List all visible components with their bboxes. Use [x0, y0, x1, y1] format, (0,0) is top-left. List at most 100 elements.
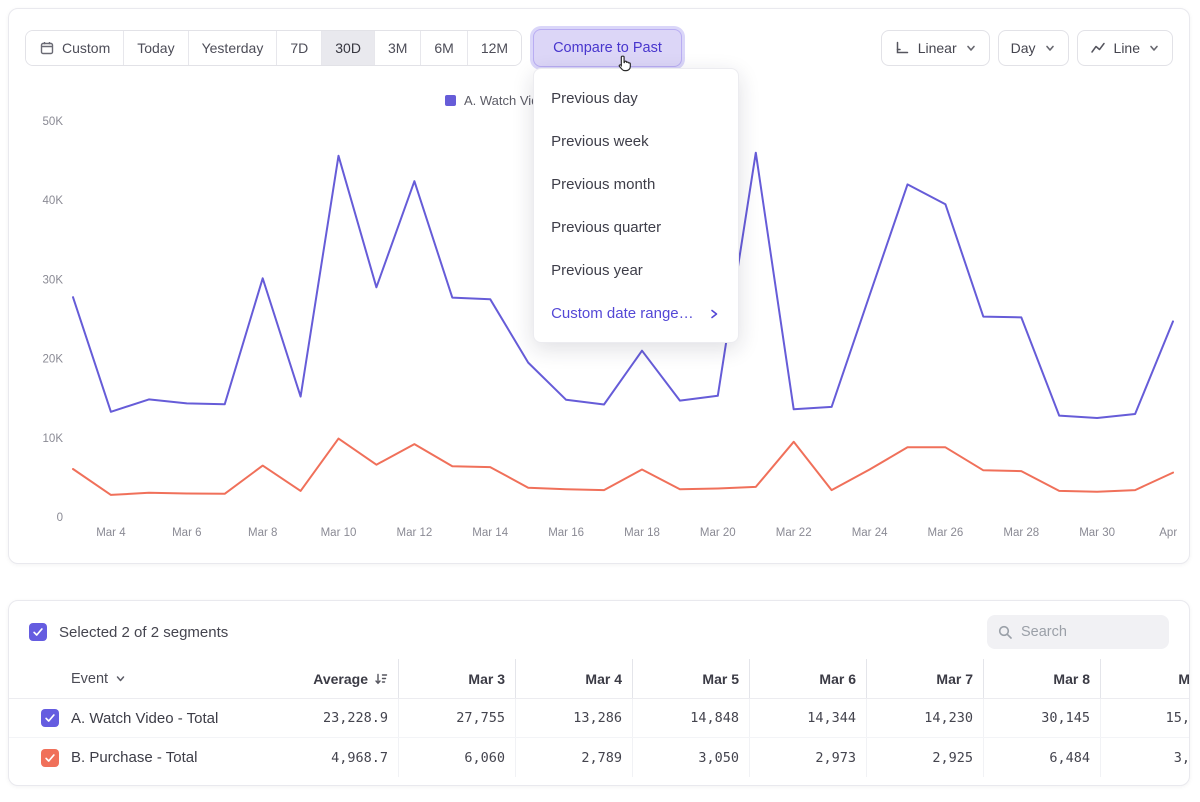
search-input[interactable] — [1021, 624, 1151, 640]
compare-to-past-menu: Previous day Previous week Previous mont… — [533, 68, 739, 343]
segment-checkbox[interactable] — [41, 749, 59, 767]
chevron-down-icon — [1044, 42, 1056, 54]
svg-text:Apr 1: Apr 1 — [1159, 527, 1177, 539]
column-header-mar-6: Mar 6 — [750, 659, 867, 698]
compare-to-past-button[interactable]: Compare to Past — [533, 29, 682, 67]
column-header-mar-7: Mar 7 — [867, 659, 984, 698]
svg-text:Mar 4: Mar 4 — [96, 527, 126, 539]
range-button-6m[interactable]: 6M — [420, 31, 466, 65]
svg-text:Mar 26: Mar 26 — [928, 527, 964, 539]
svg-text:Mar 22: Mar 22 — [776, 527, 812, 539]
svg-text:Mar 12: Mar 12 — [397, 527, 433, 539]
scale-dropdown-button[interactable]: Linear — [881, 30, 990, 66]
range-button-12m[interactable]: 12M — [467, 31, 521, 65]
table-header-row: Event Average Mar 3 Mar 4 Mar 5 Mar 6 Ma… — [9, 659, 1190, 699]
menu-item-previous-week[interactable]: Previous week — [534, 120, 738, 163]
selected-segments-text: Selected 2 of 2 segments — [59, 624, 228, 641]
sort-desc-icon — [374, 672, 388, 686]
cell-average: 4,968.7 — [259, 738, 399, 777]
interval-dropdown-button[interactable]: Day — [998, 30, 1069, 66]
svg-text:20K: 20K — [43, 354, 64, 366]
chevron-down-icon — [1148, 42, 1160, 54]
cell-value: 14,344 — [750, 699, 867, 737]
search-box[interactable] — [987, 615, 1169, 649]
column-header-mar-8: Mar 8 — [984, 659, 1101, 698]
cell-value-clipped: 15, — [1101, 699, 1190, 737]
svg-text:40K: 40K — [43, 195, 64, 207]
checkmark-icon — [32, 626, 44, 638]
chart-type-dropdown-button[interactable]: Line — [1077, 30, 1173, 66]
range-button-7d[interactable]: 7D — [276, 31, 321, 65]
range-button-custom[interactable]: Custom — [26, 31, 123, 65]
column-header-event[interactable]: Event — [9, 659, 259, 698]
cell-value: 3,050 — [633, 738, 750, 777]
range-button-yesterday[interactable]: Yesterday — [188, 31, 277, 65]
chevron-down-icon — [114, 672, 127, 685]
scale-label: Linear — [918, 40, 957, 56]
checkmark-icon — [44, 712, 56, 724]
chart-panel: Custom Today Yesterday 7D 30D 3M 6M 12M … — [8, 8, 1190, 564]
table-row-watch-video[interactable]: A. Watch Video - Total 23,228.9 27,755 1… — [9, 699, 1190, 738]
chart-controls: Linear Day Line — [881, 30, 1173, 66]
cell-value: 2,789 — [516, 738, 633, 777]
axis-icon — [894, 40, 910, 56]
segment-cell: A. Watch Video - Total — [9, 699, 259, 737]
range-label: 12M — [481, 40, 508, 56]
cell-average: 23,228.9 — [259, 699, 399, 737]
checkmark-icon — [44, 752, 56, 764]
svg-text:50K: 50K — [43, 116, 64, 128]
chevron-down-icon — [965, 42, 977, 54]
cell-value-clipped: 3, — [1101, 738, 1190, 777]
column-header-label: Event — [71, 671, 108, 687]
select-all-checkbox[interactable] — [29, 623, 47, 641]
range-label: 6M — [434, 40, 453, 56]
column-header-label: Average — [313, 671, 368, 687]
menu-item-previous-quarter[interactable]: Previous quarter — [534, 206, 738, 249]
svg-text:Mar 14: Mar 14 — [472, 527, 508, 539]
column-header-mar-4: Mar 4 — [516, 659, 633, 698]
chevron-right-icon — [707, 307, 721, 321]
menu-item-previous-year[interactable]: Previous year — [534, 249, 738, 292]
calendar-icon — [39, 40, 55, 56]
range-label: Today — [137, 40, 174, 56]
segment-label: A. Watch Video - Total — [71, 710, 218, 727]
range-button-3m[interactable]: 3M — [374, 31, 420, 65]
svg-text:30K: 30K — [43, 274, 64, 286]
svg-text:Mar 20: Mar 20 — [700, 527, 736, 539]
range-label: Yesterday — [202, 40, 264, 56]
range-button-30d[interactable]: 30D — [321, 31, 374, 65]
menu-item-previous-day[interactable]: Previous day — [534, 77, 738, 120]
cell-value: 14,848 — [633, 699, 750, 737]
cell-value: 27,755 — [399, 699, 516, 737]
range-label: 3M — [388, 40, 407, 56]
chart-type-label: Line — [1114, 40, 1140, 56]
segment-checkbox[interactable] — [41, 709, 59, 727]
cell-value: 14,230 — [867, 699, 984, 737]
segments-table: Event Average Mar 3 Mar 4 Mar 5 Mar 6 Ma… — [9, 659, 1190, 777]
cell-value: 6,484 — [984, 738, 1101, 777]
range-button-today[interactable]: Today — [123, 31, 187, 65]
range-label: 7D — [290, 40, 308, 56]
segment-label: B. Purchase - Total — [71, 749, 197, 766]
range-label: 30D — [335, 40, 361, 56]
svg-text:Mar 10: Mar 10 — [321, 527, 357, 539]
column-header-mar-3: Mar 3 — [399, 659, 516, 698]
menu-item-label: Custom date range… — [551, 305, 694, 322]
cell-value: 30,145 — [984, 699, 1101, 737]
svg-text:Mar 28: Mar 28 — [1003, 527, 1039, 539]
table-row-purchase[interactable]: B. Purchase - Total 4,968.7 6,060 2,789 … — [9, 738, 1190, 777]
range-label: Custom — [62, 40, 110, 56]
menu-item-custom-date-range[interactable]: Custom date range… — [534, 292, 738, 335]
svg-text:Mar 30: Mar 30 — [1079, 527, 1115, 539]
cell-value: 2,925 — [867, 738, 984, 777]
segment-cell: B. Purchase - Total — [9, 738, 259, 777]
toolbar: Custom Today Yesterday 7D 30D 3M 6M 12M … — [25, 29, 1173, 67]
line-chart-icon — [1090, 40, 1106, 56]
column-header-average[interactable]: Average — [259, 659, 399, 698]
column-header-clipped: M — [1101, 659, 1190, 698]
menu-item-previous-month[interactable]: Previous month — [534, 163, 738, 206]
column-header-mar-5: Mar 5 — [633, 659, 750, 698]
svg-text:Mar 16: Mar 16 — [548, 527, 584, 539]
svg-text:Mar 8: Mar 8 — [248, 527, 277, 539]
cell-value: 13,286 — [516, 699, 633, 737]
